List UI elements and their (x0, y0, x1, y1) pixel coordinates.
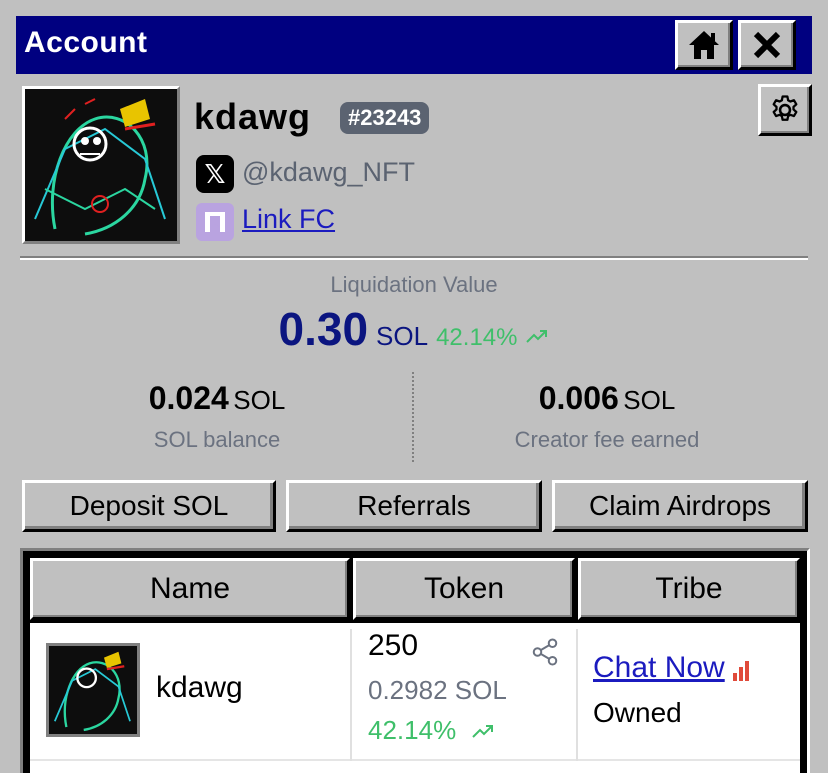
row-token-amount: 250 (368, 629, 419, 662)
title-bar: Account (16, 16, 812, 74)
gear-icon (772, 95, 798, 121)
liquidation-value-row: 0.30 SOL 42.14% (0, 302, 828, 356)
sol-balance-label: SOL balance (153, 427, 281, 452)
creator-fee-label: Creator fee earned (514, 427, 700, 452)
creator-fee-value: 0.006 (538, 380, 619, 416)
sol-balance-value: 0.024 (148, 380, 229, 416)
column-header-tribe[interactable]: Tribe (578, 558, 800, 620)
user-id-badge: #23243 (340, 102, 430, 134)
username: kdawg (194, 96, 312, 137)
chat-now-link[interactable]: Chat Now (593, 651, 725, 685)
settings-button[interactable] (758, 84, 812, 136)
creator-fee-stat: 0.006 SOL Creator fee earned (412, 380, 802, 453)
table-row[interactable]: kdawg 250 0.2982 SOL 42.14% Chat Now Own… (30, 629, 800, 761)
close-icon (753, 31, 781, 59)
row-name: kdawg (156, 671, 243, 704)
row-token-change: 42.14% (368, 715, 497, 746)
deposit-sol-button[interactable]: Deposit SOL (22, 480, 276, 532)
column-separator (576, 629, 578, 761)
farcaster-icon (196, 203, 234, 241)
column-separator (350, 629, 352, 761)
trend-up-icon (472, 725, 494, 738)
share-icon[interactable] (530, 637, 560, 667)
creator-fee-unit: SOL (623, 385, 676, 415)
holdings-table: Name Token Tribe kdawg 250 0.2982 SOL 42… (20, 548, 810, 773)
row-change-text: 42.14% (368, 715, 457, 745)
home-icon (689, 31, 719, 59)
home-button[interactable] (675, 20, 733, 70)
table-body: kdawg 250 0.2982 SOL 42.14% Chat Now Own… (30, 623, 800, 773)
close-button[interactable] (738, 20, 796, 70)
column-header-name[interactable]: Name (30, 558, 350, 620)
profile-avatar (22, 86, 180, 244)
claim-airdrops-button[interactable]: Claim Airdrops (552, 480, 808, 532)
sol-balance-unit: SOL (233, 385, 286, 415)
row-avatar (46, 643, 140, 737)
link-fc-link[interactable]: Link FC (242, 204, 335, 235)
divider (20, 256, 808, 260)
x-logo-icon: 𝕏 (196, 155, 234, 193)
column-header-token[interactable]: Token (353, 558, 575, 620)
liquidation-value: 0.30 (278, 303, 369, 355)
x-handle[interactable]: @kdawg_NFT (242, 157, 415, 188)
referrals-button[interactable]: Referrals (286, 480, 542, 532)
trend-up-icon (526, 330, 548, 343)
signal-icon (733, 661, 749, 681)
window-title: Account (24, 26, 148, 59)
sol-balance-stat: 0.024 SOL SOL balance (22, 380, 412, 453)
liquidation-label: Liquidation Value (330, 272, 498, 297)
liquidation-unit: SOL (376, 321, 429, 351)
row-token-sol: 0.2982 SOL (368, 675, 507, 705)
liquidation-change: 42.14% (436, 324, 518, 351)
row-status: Owned (593, 697, 682, 728)
